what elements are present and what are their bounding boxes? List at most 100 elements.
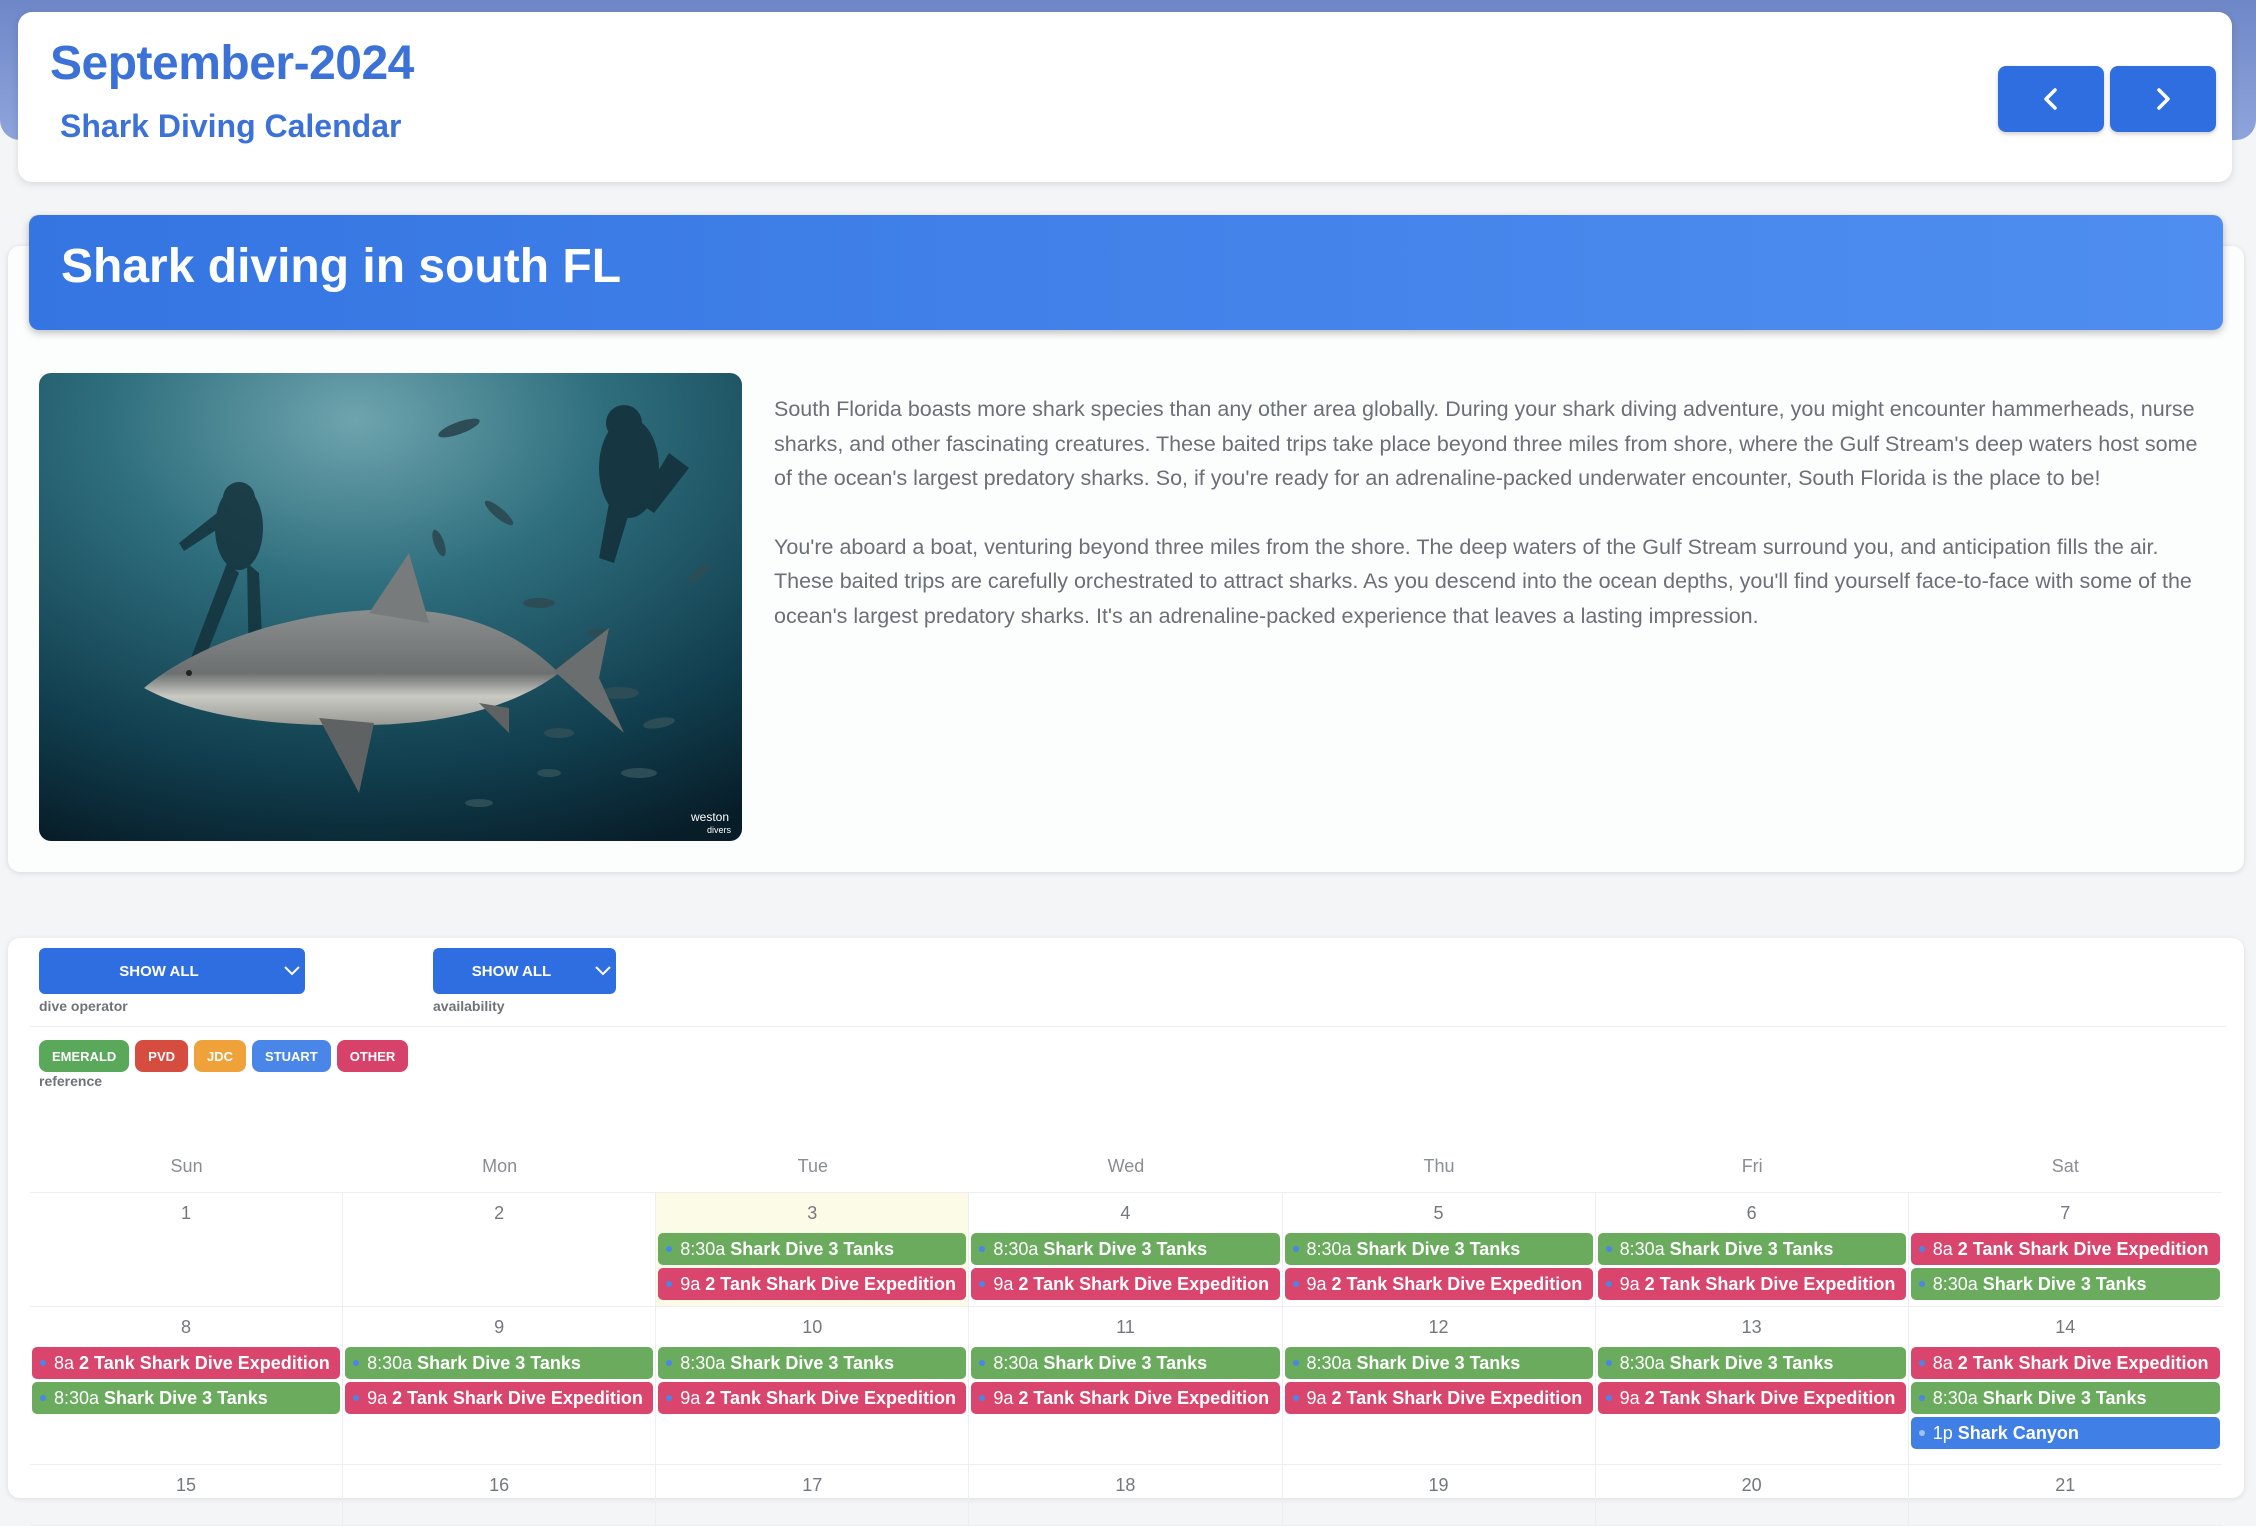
calendar-event[interactable]: 9a 2 Tank Shark Dive Expedition	[1284, 1268, 1593, 1300]
event-name: 2 Tank Shark Dive Expedition	[1018, 1273, 1270, 1294]
day-cell[interactable]: 20	[1596, 1465, 1909, 1525]
weekday-header: Sun Mon Tue Wed Thu Fri Sat	[30, 1146, 2222, 1193]
dive-operator-value: SHOW ALL	[119, 962, 199, 980]
event-time: 9a	[1619, 1387, 1640, 1408]
day-number: 17	[802, 1475, 823, 1495]
day-number: 14	[2055, 1317, 2076, 1337]
shark-photo-illustration: weston divers	[39, 373, 742, 841]
calendar-event[interactable]: 8a 2 Tank Shark Dive Expedition	[1910, 1347, 2220, 1379]
day-cell[interactable]: 4 8:30a Shark Dive 3 Tanks 9a 2 Tank Shark D…	[969, 1193, 1283, 1306]
day-cell[interactable]: 10 8:30a Shark Dive 3 Tanks 9a 2 Tank Shark …	[656, 1307, 970, 1464]
day-cell[interactable]: 12 8:30a Shark Dive 3 Tanks 9a 2 Tank Shark …	[1283, 1307, 1596, 1464]
weekday-label: Thu	[1423, 1156, 1455, 1176]
calendar-event[interactable]: 8:30a Shark Dive 3 Tanks	[971, 1233, 1280, 1265]
event-name: Shark Dive 3 Tanks	[730, 1238, 895, 1259]
calendar-event[interactable]: 9a 2 Tank Shark Dive Expedition	[345, 1382, 654, 1414]
day-cell[interactable]: 18	[969, 1465, 1283, 1525]
calendar-week: 8 8a 2 Tank Shark Dive Expedition 8:30a Shar…	[30, 1307, 2222, 1465]
dive-operator-select[interactable]: SHOW ALL	[39, 948, 305, 994]
dive-operator-label: dive operator	[39, 998, 128, 1014]
reference-badge-pvd: PVD	[135, 1040, 189, 1072]
day-number: 7	[2060, 1203, 2071, 1223]
day-cell[interactable]: 11 8:30a Shark Dive 3 Tanks 9a 2 Tank Shark …	[969, 1307, 1283, 1464]
calendar-event[interactable]: 8a 2 Tank Shark Dive Expedition	[32, 1347, 341, 1379]
event-time: 9a	[367, 1387, 388, 1408]
event-time: 8:30a	[1306, 1352, 1352, 1373]
event-name: 2 Tank Shark Dive Expedition	[1018, 1387, 1270, 1408]
calendar-event[interactable]: 1p Shark Canyon	[1910, 1417, 2220, 1449]
calendar-event[interactable]: 9a 2 Tank Shark Dive Expedition	[1597, 1382, 1906, 1414]
weekday-label: Wed	[1107, 1156, 1145, 1176]
event-time: 8a	[54, 1352, 75, 1373]
event-dot-icon	[1605, 1281, 1612, 1287]
event-dot-icon	[1292, 1281, 1299, 1287]
event-name: 2 Tank Shark Dive Expedition	[1331, 1273, 1583, 1294]
event-dot-icon	[666, 1360, 673, 1366]
calendar-event[interactable]: 9a 2 Tank Shark Dive Expedition	[971, 1382, 1280, 1414]
event-name: 2 Tank Shark Dive Expedition	[1644, 1273, 1896, 1294]
day-cell[interactable]: 8 8a 2 Tank Shark Dive Expedition 8:30a Shar…	[30, 1307, 344, 1464]
next-month-button[interactable]	[2110, 66, 2216, 132]
event-name: 2 Tank Shark Dive Expedition	[79, 1352, 330, 1373]
calendar-event[interactable]: 8a 2 Tank Shark Dive Expedition	[1910, 1233, 2220, 1265]
weekday-label: Sat	[2051, 1156, 2079, 1176]
day-cell[interactable]: 2	[343, 1193, 657, 1306]
day-number: 2	[494, 1203, 505, 1223]
day-cell[interactable]: 19	[1283, 1465, 1596, 1525]
day-cell[interactable]: 21	[1909, 1465, 2222, 1525]
day-number: 1	[181, 1203, 192, 1223]
calendar-event[interactable]: 8:30a Shark Dive 3 Tanks	[658, 1347, 967, 1379]
day-cell[interactable]: 15	[30, 1465, 344, 1525]
calendar-event[interactable]: 8:30a Shark Dive 3 Tanks	[971, 1347, 1280, 1379]
event-name: Shark Canyon	[1957, 1422, 2079, 1443]
event-dot-icon	[666, 1281, 673, 1287]
event-time: 8:30a	[680, 1238, 726, 1259]
day-number: 18	[1115, 1475, 1136, 1495]
day-cell[interactable]: 14 8a 2 Tank Shark Dive Expedition 8:30a Sha…	[1909, 1307, 2222, 1464]
day-cell[interactable]: 6 8:30a Shark Dive 3 Tanks 9a 2 Tank Shark D…	[1596, 1193, 1909, 1306]
calendar-event[interactable]: 9a 2 Tank Shark Dive Expedition	[658, 1268, 967, 1300]
day-cell[interactable]: 13 8:30a Shark Dive 3 Tanks 9a 2 Tank Shark …	[1596, 1307, 1909, 1464]
day-number: 3	[807, 1203, 818, 1223]
previous-month-button[interactable]	[1998, 66, 2104, 132]
section-banner: Shark diving in south FL	[29, 215, 2223, 330]
calendar-event[interactable]: 8:30a Shark Dive 3 Tanks	[345, 1347, 654, 1379]
calendar-event[interactable]: 9a 2 Tank Shark Dive Expedition	[658, 1382, 967, 1414]
event-time: 8:30a	[680, 1352, 726, 1373]
calendar-event[interactable]: 9a 2 Tank Shark Dive Expedition	[1284, 1382, 1593, 1414]
calendar-event[interactable]: 8:30a Shark Dive 3 Tanks	[1910, 1382, 2220, 1414]
day-cell[interactable]: 16	[343, 1465, 657, 1525]
day-cell[interactable]: 17	[656, 1465, 970, 1525]
chevron-right-icon	[2157, 88, 2170, 110]
calendar-event[interactable]: 9a 2 Tank Shark Dive Expedition	[1597, 1268, 1906, 1300]
weekday-label: Sun	[170, 1156, 203, 1176]
event-dot-icon	[1605, 1395, 1612, 1401]
calendar-event[interactable]: 8:30a Shark Dive 3 Tanks	[1910, 1268, 2220, 1300]
event-name: 2 Tank Shark Dive Expedition	[1957, 1352, 2209, 1373]
event-dot-icon	[1605, 1246, 1612, 1252]
filter-divider	[30, 1026, 2226, 1027]
day-number: 12	[1428, 1317, 1449, 1337]
day-cell[interactable]: 1	[30, 1193, 344, 1306]
calendar-event[interactable]: 8:30a Shark Dive 3 Tanks	[1284, 1233, 1593, 1265]
calendar-week: 15 16 17 18 19 20 21	[30, 1465, 2222, 1526]
day-cell-today[interactable]: 3 8:30a Shark Dive 3 Tanks 9a 2 Tank Shark D…	[656, 1193, 970, 1306]
event-name: Shark Dive 3 Tanks	[1356, 1352, 1521, 1373]
calendar-event[interactable]: 8:30a Shark Dive 3 Tanks	[32, 1382, 341, 1414]
calendar-event[interactable]: 9a 2 Tank Shark Dive Expedition	[971, 1268, 1280, 1300]
calendar-event[interactable]: 8:30a Shark Dive 3 Tanks	[1597, 1233, 1906, 1265]
availability-select[interactable]: SHOW ALL	[433, 948, 616, 994]
calendar-event[interactable]: 8:30a Shark Dive 3 Tanks	[1597, 1347, 1906, 1379]
event-time: 8:30a	[1932, 1387, 1978, 1408]
event-name: 2 Tank Shark Dive Expedition	[1331, 1387, 1583, 1408]
day-cell[interactable]: 7 8a 2 Tank Shark Dive Expedition 8:30a Shar…	[1909, 1193, 2222, 1306]
day-cell[interactable]: 9 8:30a Shark Dive 3 Tanks 9a 2 Tank Shark D…	[343, 1307, 657, 1464]
calendar-header: September-2024 Shark Diving Calendar	[18, 12, 2232, 182]
photo-watermark: weston	[690, 810, 729, 824]
day-number: 11	[1116, 1317, 1135, 1337]
day-cell[interactable]: 5 8:30a Shark Dive 3 Tanks 9a 2 Tank Shark D…	[1283, 1193, 1596, 1306]
calendar-event[interactable]: 8:30a Shark Dive 3 Tanks	[658, 1233, 967, 1265]
description: South Florida boasts more shark species …	[774, 392, 2214, 667]
calendar-event[interactable]: 8:30a Shark Dive 3 Tanks	[1284, 1347, 1593, 1379]
day-number: 9	[494, 1317, 505, 1337]
